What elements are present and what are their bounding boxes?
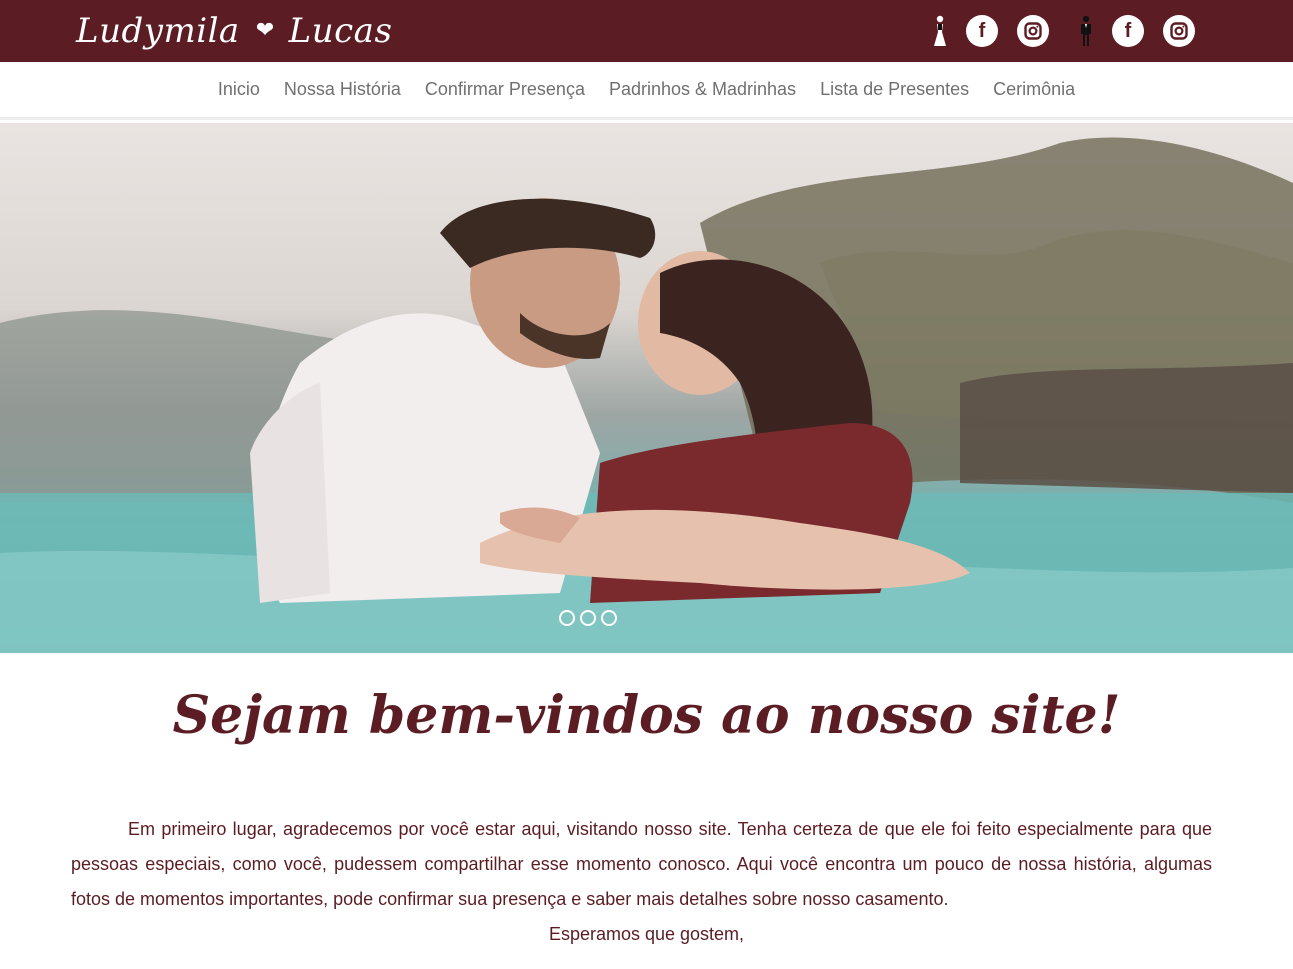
bride-icon [930,13,950,49]
carousel-indicators [559,610,622,626]
hero-carousel[interactable] [0,123,1293,653]
bride-instagram-button[interactable] [1017,15,1049,47]
facebook-icon: f [978,19,986,42]
top-bar: Ludymila ❤ Lucas f f [0,0,1293,62]
bride-name: Ludymila [76,11,240,51]
couple-photo [0,137,1293,653]
groom-instagram-button[interactable] [1163,15,1195,47]
nav-item-lista-de-presentes[interactable]: Lista de Presentes [820,79,969,100]
groom-name: Lucas [288,11,393,51]
facebook-icon: f [1124,19,1132,42]
instagram-icon [1170,22,1188,40]
groom-facebook-button[interactable]: f [1112,15,1144,47]
carousel-dot-3[interactable] [601,610,617,626]
bride-facebook-button[interactable]: f [966,15,998,47]
carousel-dot-1[interactable] [559,610,575,626]
nav-item-padrinhos-madrinhas[interactable]: Padrinhos & Madrinhas [609,79,796,100]
groom-social-links: f [1076,13,1214,49]
groom-icon [1076,13,1096,49]
heart-icon: ❤ [255,18,275,43]
main-nav: Inicio Nossa História Confirmar Presença… [0,62,1293,120]
welcome-title: Sejam bem-vindos ao nosso site! [172,685,1121,746]
nav-item-cerimonia[interactable]: Cerimônia [993,79,1075,100]
carousel-dot-2[interactable] [580,610,596,626]
nav-item-nossa-historia[interactable]: Nossa História [284,79,401,100]
couple-logo[interactable]: Ludymila ❤ Lucas [76,6,392,56]
nav-item-inicio[interactable]: Inicio [218,79,260,100]
instagram-icon [1024,22,1042,40]
nav-item-confirmar-presenca[interactable]: Confirmar Presença [425,79,585,100]
welcome-closing: Esperamos que gostem, [548,924,745,944]
welcome-paragraph: Em primeiro lugar, agradecemos por você … [71,819,1212,909]
bride-social-links: f [930,13,1068,49]
